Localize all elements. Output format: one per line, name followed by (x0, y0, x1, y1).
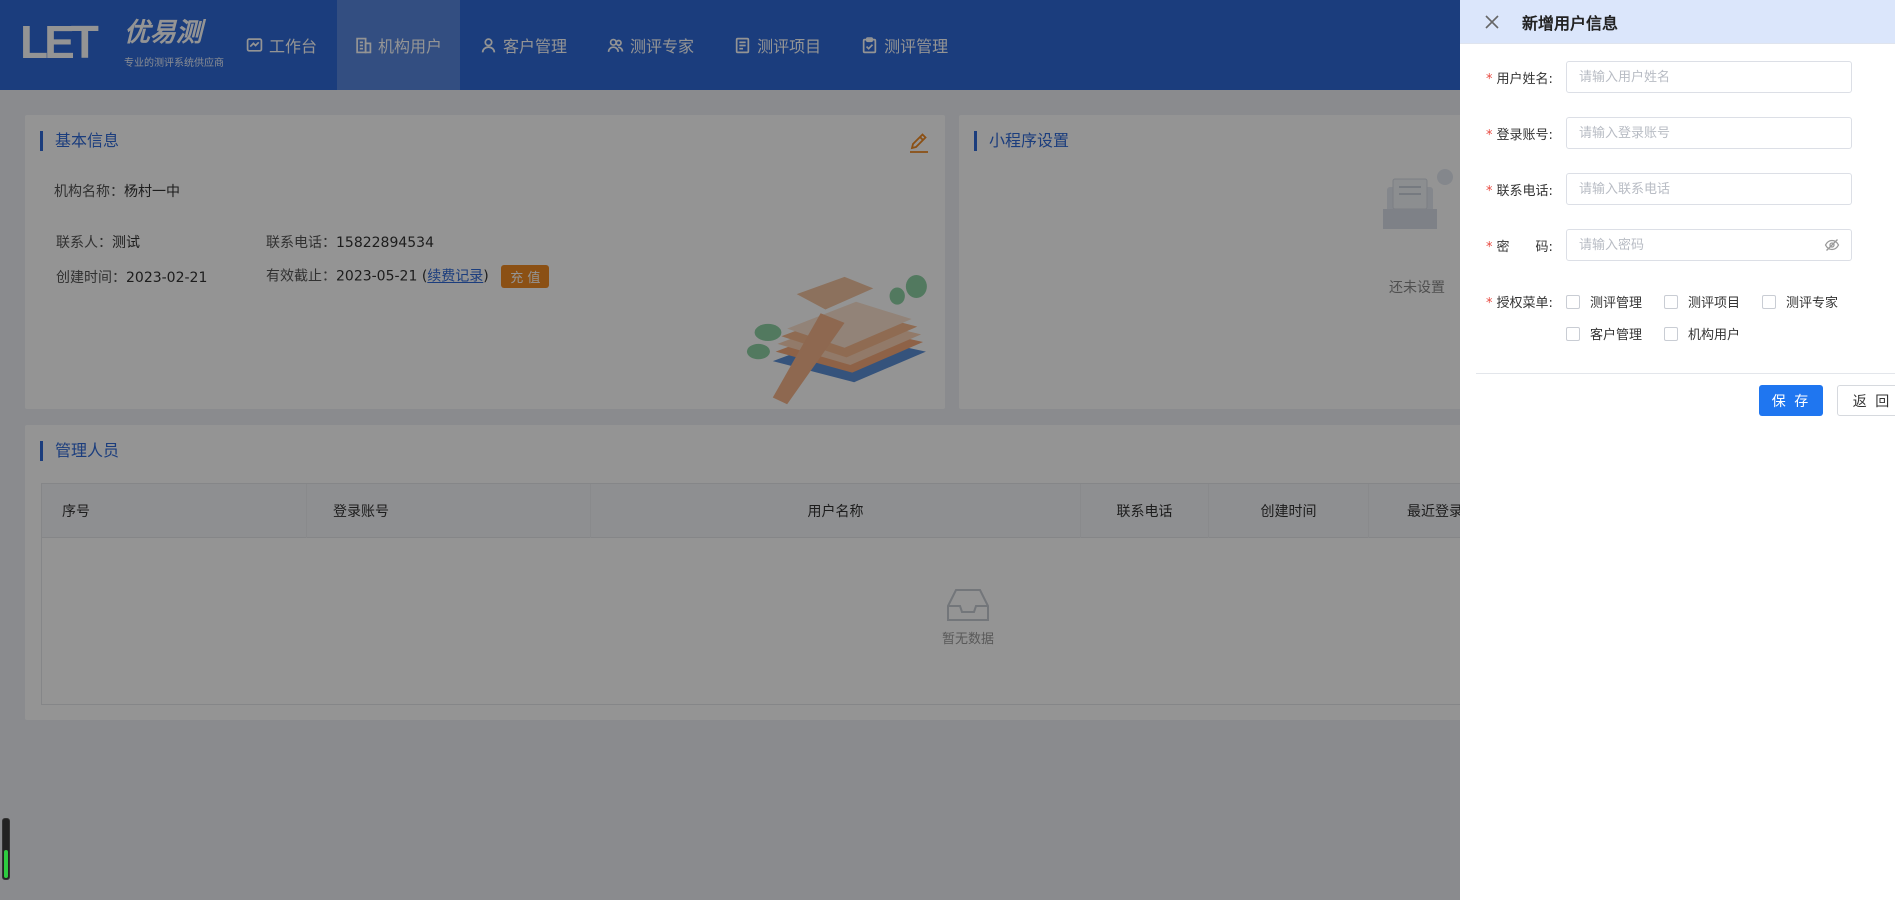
checkbox[interactable] (1566, 294, 1580, 309)
menu-checkbox-org-users[interactable]: 机构用户 (1664, 324, 1740, 343)
field-label: * 授权菜单: (1486, 292, 1566, 311)
checkbox[interactable] (1664, 294, 1678, 309)
login-account-input[interactable] (1566, 117, 1852, 149)
checkbox-label: 测评专家 (1786, 296, 1839, 311)
divider (1476, 373, 1895, 374)
checkbox-label: 机构用户 (1688, 328, 1741, 343)
required-mark: * (1486, 127, 1493, 143)
menu-checkbox-experts[interactable]: 测评专家 (1762, 292, 1838, 311)
field-label-text: 授权菜单: (1496, 295, 1553, 311)
password-input[interactable] (1566, 229, 1852, 261)
field-label-text: 联系电话: (1496, 183, 1553, 199)
required-mark: * (1486, 183, 1493, 199)
loading-indicator-fill (4, 850, 8, 878)
back-button[interactable]: 返 回 (1837, 385, 1895, 416)
field-label: * 登录账号: (1486, 124, 1566, 143)
password-field-wrap (1460, 229, 1895, 261)
checkbox-label: 测评管理 (1590, 296, 1643, 311)
checkbox[interactable] (1566, 326, 1580, 341)
form-row-phone: * 联系电话: (1486, 173, 1566, 205)
username-input[interactable] (1566, 61, 1852, 93)
field-label-text: 登录账号: (1496, 127, 1553, 143)
checkbox[interactable] (1664, 326, 1678, 341)
menu-checkbox-customers[interactable]: 客户管理 (1566, 324, 1642, 343)
loading-indicator (2, 818, 10, 880)
drawer-title: 新增用户信息 (1522, 13, 1619, 33)
form-row-menus: * 授权菜单: (1486, 285, 1566, 317)
add-user-drawer: 新增用户信息 *用户姓名: *登录账号: *联系电话: *密 码: *授权菜单:… (1460, 0, 1895, 900)
checkbox[interactable] (1762, 294, 1776, 309)
save-button[interactable]: 保 存 (1759, 385, 1823, 416)
close-icon[interactable] (1484, 14, 1500, 30)
form-row-account: * 登录账号: (1486, 117, 1566, 149)
eye-off-icon[interactable] (1824, 237, 1840, 253)
field-label: * 联系电话: (1486, 180, 1566, 199)
form-row-username: * 用户姓名: (1486, 61, 1566, 93)
required-mark: * (1486, 295, 1493, 311)
checkbox-label: 测评项目 (1688, 296, 1741, 311)
field-label-text: 用户姓名: (1496, 71, 1553, 87)
phone-input[interactable] (1566, 173, 1852, 205)
field-label: * 用户姓名: (1486, 68, 1566, 87)
drawer-header: 新增用户信息 (1460, 0, 1895, 44)
required-mark: * (1486, 71, 1493, 87)
checkbox-label: 客户管理 (1590, 328, 1643, 343)
menu-checkbox-assessment-mgmt[interactable]: 测评管理 (1566, 292, 1642, 311)
menu-checkbox-projects[interactable]: 测评项目 (1664, 292, 1740, 311)
